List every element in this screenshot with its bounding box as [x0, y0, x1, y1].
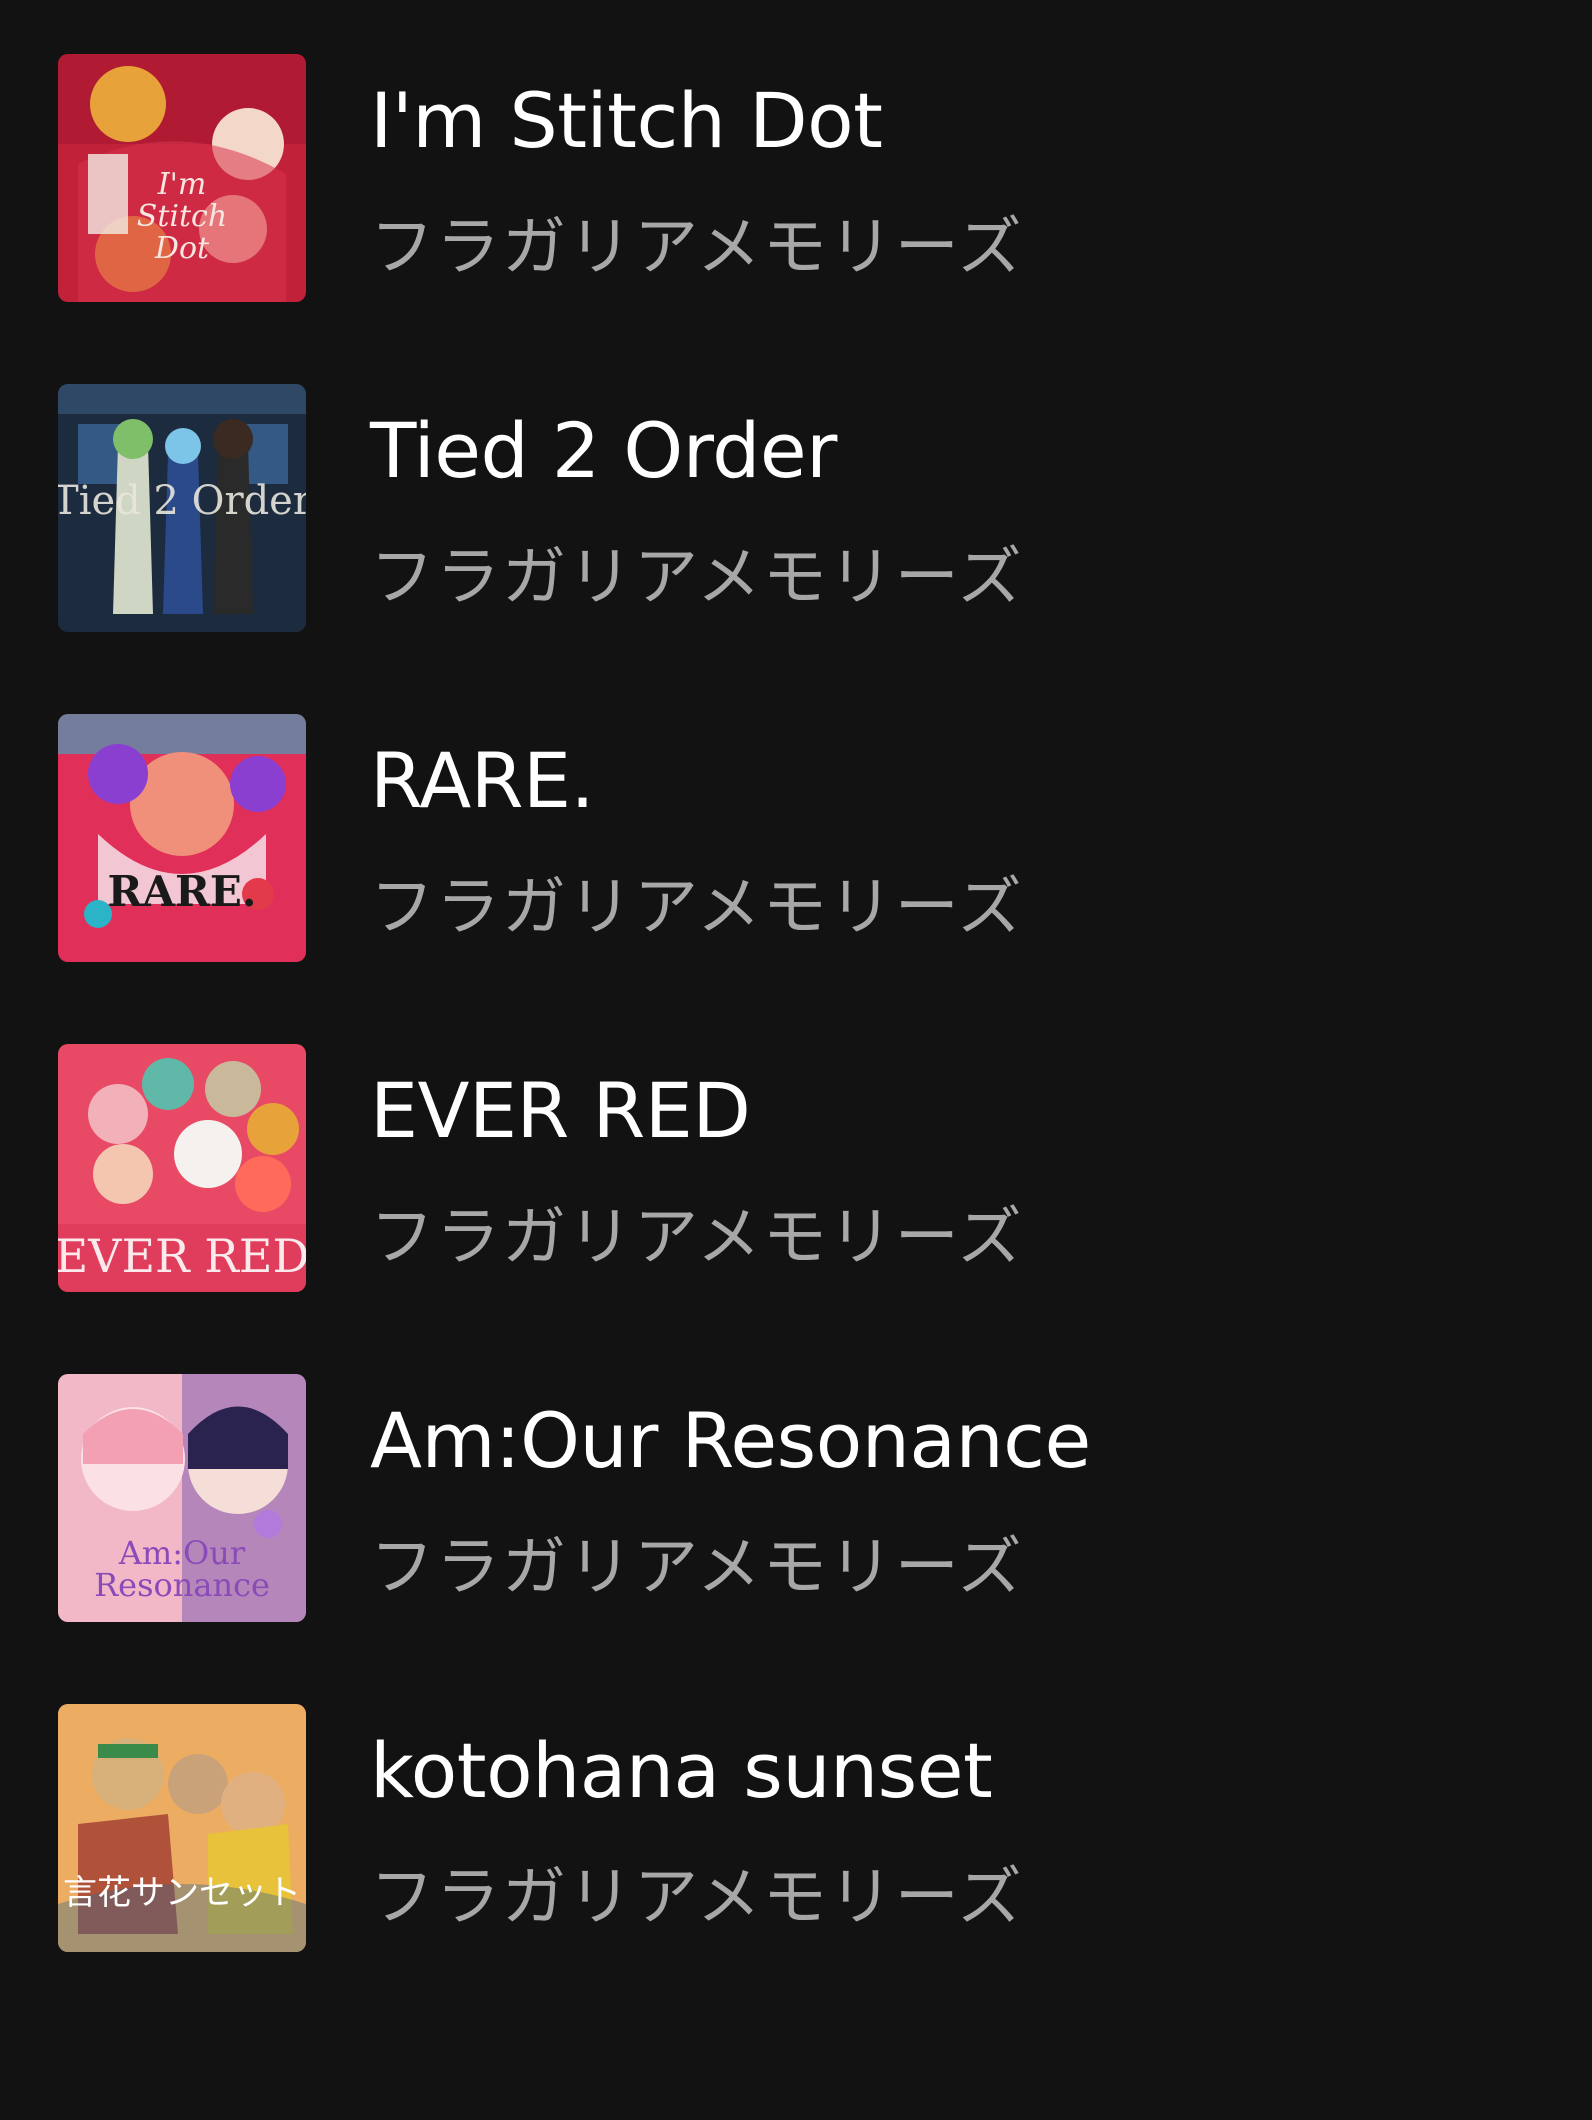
svg-text:Dot: Dot — [154, 231, 210, 266]
track-row[interactable]: Tied 2 Order Tied 2 Order フラガリアメモリーズ — [0, 384, 1592, 644]
album-cover: EVER RED — [58, 1044, 306, 1292]
track-row[interactable]: 言花サンセット kotohana sunset フラガリアメモリーズ — [0, 1704, 1592, 1964]
cover-art-image: Am:Our Resonance — [58, 1374, 306, 1622]
track-row[interactable]: I'm Stitch Dot I'm Stitch Dot フラガリアメモリーズ — [0, 54, 1592, 314]
album-cover: Tied 2 Order — [58, 384, 306, 632]
track-artist[interactable]: フラガリアメモリーズ — [370, 868, 1024, 948]
cover-art-image: I'm Stitch Dot — [58, 54, 306, 302]
album-cover: I'm Stitch Dot — [58, 54, 306, 302]
track-title: EVER RED — [370, 1066, 751, 1155]
track-artist[interactable]: フラガリアメモリーズ — [370, 1198, 1024, 1278]
track-artist[interactable]: フラガリアメモリーズ — [370, 1858, 1024, 1938]
track-title: I'm Stitch Dot — [370, 76, 883, 165]
cover-art-image: EVER RED — [58, 1044, 306, 1292]
svg-text:EVER RED: EVER RED — [58, 1229, 306, 1283]
track-title: Tied 2 Order — [370, 406, 837, 495]
track-row[interactable]: RARE. RARE. フラガリアメモリーズ — [0, 714, 1592, 974]
svg-text:Resonance: Resonance — [94, 1566, 270, 1604]
svg-text:I'm: I'm — [157, 167, 207, 202]
svg-text:Tied 2 Order: Tied 2 Order — [58, 478, 306, 524]
track-artist[interactable]: フラガリアメモリーズ — [370, 208, 1024, 288]
track-artist[interactable]: フラガリアメモリーズ — [370, 538, 1024, 618]
cover-art-image: 言花サンセット — [58, 1704, 306, 1952]
track-title: kotohana sunset — [370, 1726, 993, 1815]
cover-art-image: Tied 2 Order — [58, 384, 306, 632]
track-title: RARE. — [370, 736, 595, 825]
track-row[interactable]: Am:Our Resonance Am:Our Resonance フラガリアメ… — [0, 1374, 1592, 1634]
svg-text:言花サンセット: 言花サンセット — [63, 1873, 301, 1913]
album-cover: RARE. — [58, 714, 306, 962]
album-cover: Am:Our Resonance — [58, 1374, 306, 1622]
album-cover: 言花サンセット — [58, 1704, 306, 1952]
track-title: Am:Our Resonance — [370, 1396, 1091, 1485]
svg-text:Stitch: Stitch — [137, 199, 227, 234]
track-artist[interactable]: フラガリアメモリーズ — [370, 1528, 1024, 1608]
svg-text:RARE.: RARE. — [107, 867, 256, 916]
cover-art-image: RARE. — [58, 714, 306, 962]
track-row[interactable]: EVER RED EVER RED フラガリアメモリーズ — [0, 1044, 1592, 1304]
